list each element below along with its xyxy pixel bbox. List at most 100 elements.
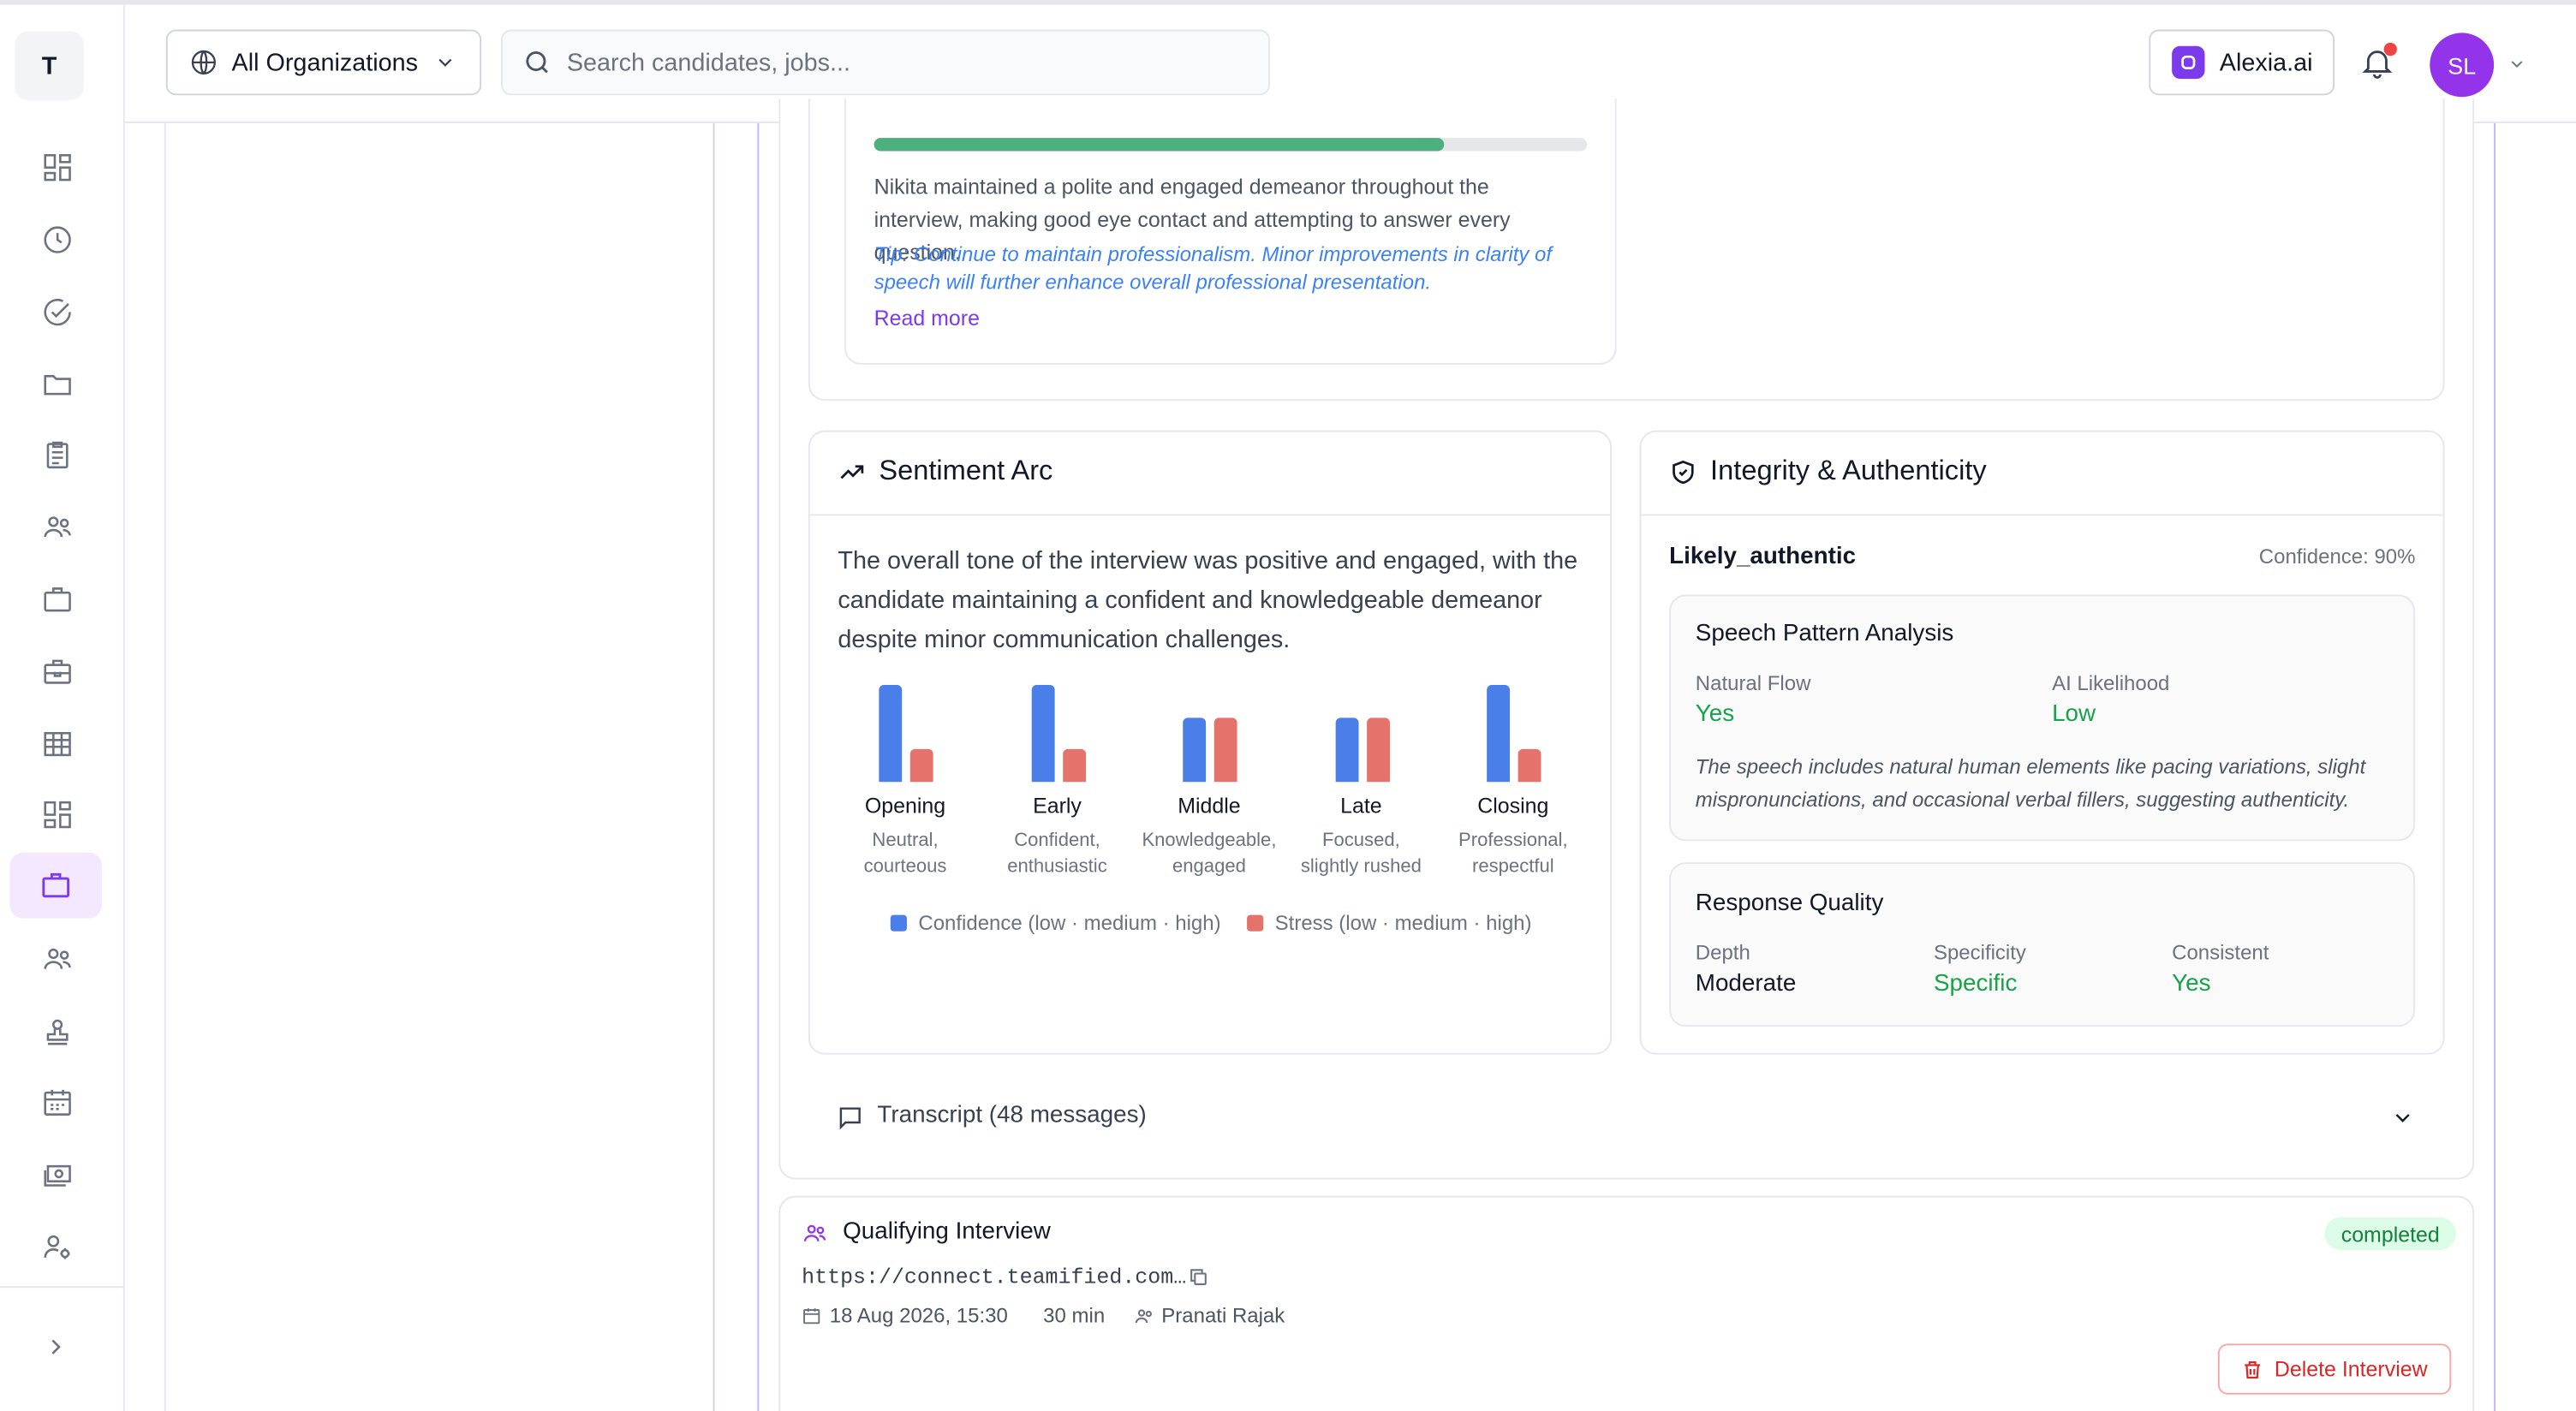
sidebar-item-history[interactable] — [16, 209, 98, 271]
sidebar-item-calendar[interactable] — [16, 1071, 98, 1134]
phase-label-early: Early — [1033, 793, 1082, 819]
money-icon — [44, 1164, 71, 1187]
selection-right-edge — [2494, 122, 2496, 1411]
phase-desc-line2-middle: engaged — [1172, 857, 1246, 878]
folder-icon — [44, 375, 71, 396]
sidebar-item-jobs[interactable] — [16, 569, 98, 631]
shield-check-icon — [1673, 460, 1694, 485]
team-icon — [44, 948, 71, 969]
response-quality-card — [1669, 862, 2416, 1027]
phase-label-closing: Closing — [1477, 793, 1549, 819]
workspace-logo[interactable]: T — [15, 31, 84, 101]
alexia-assistant-button[interactable]: Alexia.ai — [2149, 29, 2335, 96]
clipboard-icon — [46, 441, 69, 469]
sidebar-item-user-settings[interactable] — [16, 1216, 98, 1278]
grid-icon — [44, 801, 71, 829]
sidebar-item-toolbox[interactable] — [16, 640, 98, 703]
stamp-icon — [46, 1019, 69, 1045]
sidebar-item-boards[interactable] — [16, 783, 98, 846]
user-settings-icon — [44, 1235, 70, 1259]
legend-confidence-label: Confidence (low · medium · high) — [918, 911, 1221, 935]
phase-label-middle: Middle — [1178, 793, 1241, 819]
meeting-link[interactable]: https://connect.teamified.com… — [802, 1265, 1186, 1289]
global-search[interactable] — [501, 29, 1270, 96]
sentiment-arc-description: The overall tone of the interview was po… — [838, 546, 1578, 654]
alexia-logo-icon — [2172, 45, 2205, 80]
copy-icon[interactable] — [1188, 1266, 1209, 1288]
integrity-verdict: Likely_authentic — [1669, 544, 1857, 570]
confidence-bar-early — [1030, 685, 1054, 783]
sidebar-item-reports[interactable] — [16, 424, 98, 486]
delete-interview-button[interactable]: Delete Interview — [2217, 1343, 2452, 1395]
sidebar-item-dashboard[interactable] — [16, 136, 98, 199]
phase-desc-line2-late: slightly rushed — [1300, 857, 1422, 878]
sidebar-item-approvals[interactable] — [16, 1000, 98, 1063]
integrity-title: Integrity & Authenticity — [1710, 455, 1987, 486]
phase-desc-line1-opening: Neutral, — [872, 831, 939, 851]
stress-bar-opening — [909, 748, 933, 783]
ai-likelihood-label: AI Likelihood — [2052, 671, 2170, 695]
phase-desc-line2-early: enthusiastic — [1007, 857, 1107, 878]
toolbox-icon — [44, 659, 71, 684]
sidebar: T — [0, 4, 125, 1411]
account-menu-chevron-icon[interactable] — [2507, 54, 2526, 74]
check-circle-icon — [44, 298, 71, 326]
phase-desc-line1-late: Focused, — [1322, 831, 1400, 851]
read-more-link[interactable]: Read more — [874, 306, 980, 330]
users-icon — [1135, 1309, 1152, 1324]
panel-divider — [713, 122, 715, 1411]
dashboard-icon — [44, 154, 71, 182]
confidence-bar-middle — [1183, 717, 1207, 783]
confidence-bar-opening — [879, 685, 903, 783]
transcript-toggle[interactable]: Transcript (48 messages) — [808, 1084, 2445, 1150]
user-avatar[interactable]: SL — [2430, 33, 2495, 98]
phase-desc-line1-closing: Professional, — [1458, 831, 1568, 851]
integrity-header-divider — [1641, 514, 2443, 516]
sidebar-item-candidates[interactable] — [16, 496, 98, 558]
consistent-label: Consistent — [2172, 941, 2269, 965]
briefcase-icon — [44, 587, 71, 612]
panel-left-edge — [164, 122, 166, 1411]
professionalism-progress-bar — [874, 138, 1588, 152]
notifications-button[interactable] — [2359, 42, 2399, 84]
sidebar-item-payroll[interactable] — [16, 1143, 98, 1206]
sentiment-arc-title: Sentiment Arc — [879, 455, 1053, 486]
phase-label-late: Late — [1340, 793, 1382, 819]
professionalism-progress-fill — [874, 138, 1445, 152]
search-input[interactable] — [566, 48, 1225, 77]
sidebar-item-tasks[interactable] — [16, 281, 98, 343]
table-icon — [44, 732, 71, 757]
phase-label-opening: Opening — [864, 793, 946, 819]
stress-bar-closing — [1518, 748, 1541, 783]
calendar-icon — [803, 1308, 820, 1325]
sidebar-item-team[interactable] — [16, 928, 98, 991]
chevron-down-icon — [2395, 1114, 2410, 1122]
stress-bar-middle — [1213, 717, 1237, 783]
sidebar-expand-button[interactable] — [36, 1327, 75, 1366]
sidebar-item-table[interactable] — [16, 713, 98, 776]
speech-pattern-note: The speech includes natural human elemen… — [1695, 755, 2366, 812]
users-icon — [803, 1224, 826, 1241]
delete-interview-label: Delete Interview — [2274, 1356, 2428, 1382]
organization-selector[interactable]: All Organizations — [165, 29, 482, 96]
sidebar-item-files[interactable] — [16, 353, 98, 415]
sidebar-item-interviews[interactable] — [9, 852, 102, 919]
status-badge: completed — [2324, 1217, 2456, 1250]
natural-flow-value: Yes — [1695, 701, 1735, 728]
message-icon — [839, 1107, 861, 1130]
confidence-bar-closing — [1487, 685, 1511, 783]
sentiment-arc-header-divider — [809, 514, 1611, 516]
stress-bar-late — [1366, 717, 1390, 783]
selection-left-edge — [757, 122, 760, 1411]
interview-date: 18 Aug 2026, 15:30 — [829, 1304, 1008, 1328]
notification-dot — [2383, 42, 2397, 57]
users-icon — [44, 516, 71, 538]
consistent-value: Yes — [2172, 970, 2211, 997]
sidebar-divider — [0, 1286, 123, 1289]
legend-stress-label: Stress (low · medium · high) — [1274, 911, 1532, 935]
alexia-label: Alexia.ai — [2219, 48, 2313, 77]
qualifying-interview-title: Qualifying Interview — [843, 1218, 1051, 1246]
phase-desc-line2-opening: courteous — [863, 857, 947, 878]
speech-pattern-title: Speech Pattern Analysis — [1695, 621, 1954, 647]
phase-desc-line1-middle: Knowledgeable, — [1142, 831, 1277, 851]
